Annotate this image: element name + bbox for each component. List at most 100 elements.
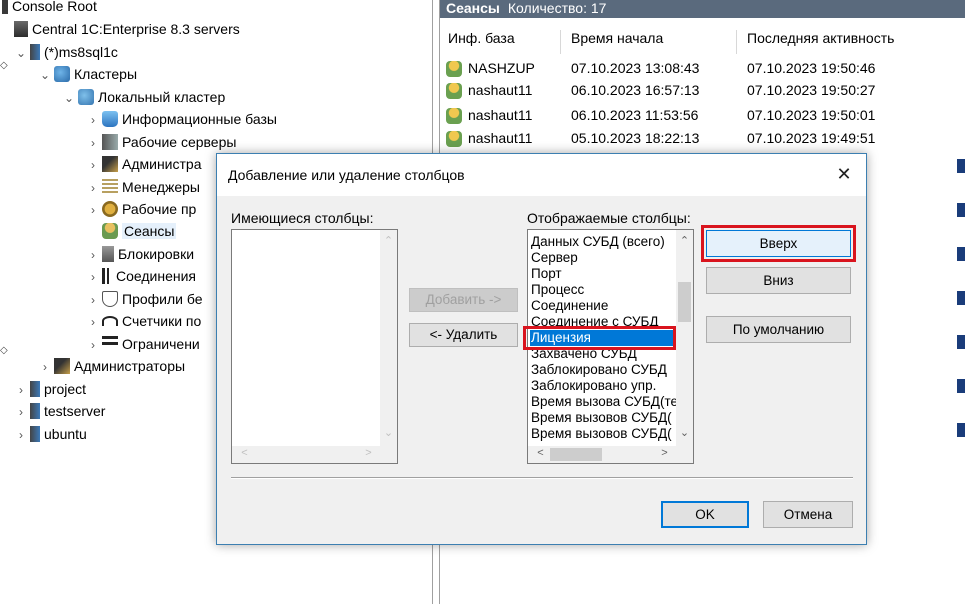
tree-node-managers[interactable]: › Менеджеры bbox=[86, 176, 200, 198]
column-divider[interactable] bbox=[736, 30, 737, 54]
table-cell-start: 07.10.2023 13:08:43 bbox=[571, 60, 700, 76]
list-item[interactable]: Соединение bbox=[531, 298, 608, 314]
chevron-right-icon[interactable]: › bbox=[86, 334, 100, 356]
limit-icon bbox=[102, 336, 118, 353]
list-item[interactable]: Заблокировано СУБД bbox=[531, 362, 667, 378]
restore-defaults-button[interactable]: По умолчанию bbox=[706, 316, 851, 343]
server-icon bbox=[30, 403, 40, 420]
horizontal-scrollbar[interactable]: < > bbox=[528, 446, 676, 463]
console-root-icon bbox=[2, 0, 8, 15]
list-item[interactable]: Время вызовов СУБД( bbox=[531, 410, 672, 426]
chevron-right-icon[interactable]: › bbox=[86, 244, 100, 266]
scroll-thumb[interactable] bbox=[678, 282, 691, 322]
chevron-right-icon[interactable]: › bbox=[86, 199, 100, 221]
scroll-left-icon[interactable]: < bbox=[236, 447, 253, 459]
tree-node-project[interactable]: › project bbox=[14, 378, 86, 400]
gear-icon bbox=[102, 201, 118, 218]
close-icon[interactable]: ✕ bbox=[832, 162, 856, 186]
chevron-right-icon[interactable]: › bbox=[38, 356, 52, 378]
table-row[interactable]: nashaut11 bbox=[446, 79, 532, 101]
tree-node-console-root[interactable]: Console Root bbox=[2, 0, 97, 17]
chevron-down-icon[interactable]: ⌄ bbox=[62, 87, 76, 109]
chevron-right-icon[interactable]: › bbox=[86, 289, 100, 311]
dialog-titlebar[interactable]: Добавление или удаление столбцов ✕ bbox=[217, 154, 866, 196]
clipped-cell-mark bbox=[957, 379, 965, 393]
tree-node-work-processes[interactable]: › Рабочие пр bbox=[86, 198, 196, 220]
available-columns-list[interactable]: ⌃ ⌄ < > bbox=[231, 229, 398, 464]
chevron-down-icon[interactable]: ⌄ bbox=[38, 64, 52, 86]
list-item[interactable]: Сервер bbox=[531, 250, 578, 266]
tree-node-administrators-cluster[interactable]: › Администра bbox=[86, 153, 202, 175]
tree-node-sessions[interactable]: Сеансы bbox=[86, 220, 177, 242]
chevron-right-icon[interactable]: › bbox=[14, 379, 28, 401]
chevron-right-icon[interactable]: › bbox=[86, 311, 100, 333]
lock-icon bbox=[102, 246, 114, 263]
scroll-right-icon[interactable]: > bbox=[360, 447, 377, 459]
list-item[interactable]: Время вызова СУБД(те bbox=[531, 394, 678, 410]
columns-dialog: Добавление или удаление столбцов ✕ Имеющ… bbox=[216, 153, 867, 545]
tree-node-limits[interactable]: › Ограничени bbox=[86, 333, 200, 355]
list-item[interactable]: Процесс bbox=[531, 282, 584, 298]
move-down-button[interactable]: Вниз bbox=[706, 267, 851, 294]
vertical-scrollbar[interactable]: ⌃ ⌄ bbox=[676, 230, 693, 446]
column-header-infobase[interactable]: Инф. база bbox=[448, 30, 515, 46]
add-column-button[interactable]: Добавить -> bbox=[409, 288, 518, 312]
chevron-down-icon[interactable]: ⌄ bbox=[14, 42, 28, 64]
scroll-right-icon[interactable]: > bbox=[656, 447, 673, 459]
tree-node-counters[interactable]: › Счетчики по bbox=[86, 310, 201, 332]
session-user-icon bbox=[446, 61, 462, 78]
scroll-down-icon[interactable]: ⌄ bbox=[676, 426, 693, 439]
divider bbox=[231, 477, 853, 479]
tree-node-security-profiles[interactable]: › Профили бе bbox=[86, 288, 203, 310]
tree-node-locks[interactable]: › Блокировки bbox=[86, 243, 194, 265]
available-columns-label: Имеющиеся столбцы: bbox=[231, 210, 374, 226]
database-icon bbox=[102, 111, 118, 128]
tree-node-host[interactable]: ⌄ (*)ms8sql1c bbox=[14, 41, 118, 63]
cluster-icon bbox=[78, 89, 94, 106]
table-row[interactable]: NASHZUP bbox=[446, 57, 535, 79]
cancel-button[interactable]: Отмена bbox=[763, 501, 853, 528]
list-item[interactable]: Время вызовов СУБД( bbox=[531, 426, 672, 442]
list-item[interactable]: Порт bbox=[531, 266, 562, 282]
tree-node-ubuntu[interactable]: › ubuntu bbox=[14, 423, 87, 445]
tree-node-clusters[interactable]: ⌄ Кластеры bbox=[38, 63, 137, 85]
tree-node-admins[interactable]: › Администраторы bbox=[38, 355, 185, 377]
ok-button[interactable]: OK bbox=[661, 501, 749, 528]
column-header-last-activity[interactable]: Последняя активность bbox=[747, 30, 894, 46]
tree-node-testserver[interactable]: › testserver bbox=[14, 400, 105, 422]
tree-node-local-cluster[interactable]: ⌄ Локальный кластер bbox=[62, 86, 225, 108]
selected-item-highlight bbox=[523, 326, 676, 350]
sessions-header: Сеансы Количество: 17 bbox=[440, 0, 965, 18]
tree-node-infobases[interactable]: › Информационные базы bbox=[86, 108, 277, 130]
scroll-up-icon[interactable]: ⌃ bbox=[380, 234, 397, 247]
chevron-right-icon[interactable]: › bbox=[14, 424, 28, 446]
list-item[interactable]: Заблокировано упр. bbox=[531, 378, 656, 394]
shield-icon bbox=[102, 291, 118, 308]
chevron-right-icon[interactable]: › bbox=[86, 266, 100, 288]
table-cell-last: 07.10.2023 19:50:27 bbox=[747, 82, 876, 98]
remove-column-button[interactable]: <- Удалить bbox=[409, 323, 518, 347]
chevron-right-icon[interactable]: › bbox=[86, 132, 100, 154]
tree-node-connections[interactable]: › Соединения bbox=[86, 265, 196, 287]
scroll-left-icon[interactable]: < bbox=[532, 447, 549, 459]
table-row[interactable]: nashaut11 bbox=[446, 127, 532, 149]
scroll-corner bbox=[676, 446, 693, 463]
chevron-right-icon[interactable]: › bbox=[86, 154, 100, 176]
tree-node-servers[interactable]: Central 1C:Enterprise 8.3 servers bbox=[12, 18, 240, 40]
scroll-down-icon[interactable]: ⌄ bbox=[380, 426, 397, 439]
chevron-right-icon[interactable]: › bbox=[86, 109, 100, 131]
column-divider[interactable] bbox=[560, 30, 561, 54]
list-item[interactable]: Данных СУБД (всего) bbox=[531, 234, 665, 250]
chevron-right-icon[interactable]: › bbox=[86, 177, 100, 199]
chevron-right-icon[interactable]: › bbox=[14, 401, 28, 423]
scroll-up-icon[interactable]: ⌃ bbox=[676, 234, 693, 247]
column-header-start[interactable]: Время начала bbox=[571, 30, 663, 46]
vertical-scrollbar[interactable]: ⌃ ⌄ bbox=[380, 230, 397, 446]
sessions-title: Сеансы bbox=[446, 0, 500, 16]
tree-node-work-servers[interactable]: › Рабочие серверы bbox=[86, 131, 236, 153]
horizontal-scrollbar[interactable]: < > bbox=[232, 446, 380, 463]
scroll-thumb[interactable] bbox=[550, 448, 602, 461]
tree-stub-mark: ◇ bbox=[0, 345, 8, 356]
table-row[interactable]: nashaut11 bbox=[446, 104, 532, 126]
servers-icon bbox=[14, 21, 28, 38]
